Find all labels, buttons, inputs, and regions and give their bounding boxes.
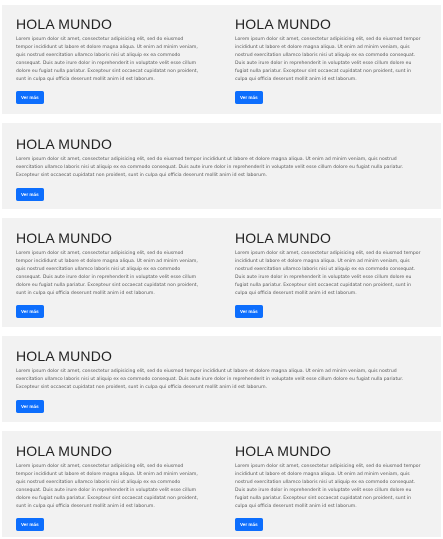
card-body: Lorem ipsum dolor sit amet, consectetur …: [16, 369, 404, 390]
card-title: HOLA MUNDO: [235, 16, 332, 32]
ver-mas-button[interactable]: Ver más: [235, 91, 263, 105]
content-section: HOLA MUNDO Lorem ipsum dolor sit amet, c…: [2, 431, 441, 537]
content-card: HOLA MUNDO Lorem ipsum dolor sit amet, c…: [16, 230, 200, 319]
card-title: HOLA MUNDO: [235, 230, 332, 246]
content-section: HOLA MUNDO Lorem ipsum dolor sit amet, c…: [2, 218, 441, 327]
content-card: HOLA MUNDO Lorem ipsum dolor sit amet, c…: [235, 16, 423, 105]
card-title: HOLA MUNDO: [16, 443, 113, 459]
card-body: Lorem ipsum dolor sit amet, consectetur …: [16, 37, 199, 82]
card-title: HOLA MUNDO: [16, 136, 113, 152]
ver-mas-button[interactable]: Ver más: [235, 305, 263, 319]
ver-mas-button[interactable]: Ver más: [16, 518, 44, 532]
card-title: HOLA MUNDO: [16, 230, 113, 246]
card-body: Lorem ipsum dolor sit amet, consectetur …: [235, 464, 421, 509]
content-section: HOLA MUNDO Lorem ipsum dolor sit amet, c…: [2, 336, 441, 422]
card-body: Lorem ipsum dolor sit amet, consectetur …: [16, 464, 199, 509]
ver-mas-button[interactable]: Ver más: [235, 518, 263, 532]
card-title: HOLA MUNDO: [235, 443, 332, 459]
ver-mas-button[interactable]: Ver más: [16, 91, 44, 105]
ver-mas-button[interactable]: Ver más: [16, 399, 44, 413]
ver-mas-button[interactable]: Ver más: [16, 305, 44, 319]
card-body: Lorem ipsum dolor sit amet, consectetur …: [16, 157, 404, 178]
ver-mas-button[interactable]: Ver más: [16, 187, 44, 201]
card-body: Lorem ipsum dolor sit amet, consectetur …: [235, 251, 421, 296]
content-card: HOLA MUNDO Lorem ipsum dolor sit amet, c…: [16, 136, 421, 201]
content-card: HOLA MUNDO Lorem ipsum dolor sit amet, c…: [235, 230, 423, 319]
content-card: HOLA MUNDO Lorem ipsum dolor sit amet, c…: [16, 443, 200, 532]
content-card: HOLA MUNDO Lorem ipsum dolor sit amet, c…: [235, 443, 423, 532]
card-title: HOLA MUNDO: [16, 348, 113, 364]
content-section: HOLA MUNDO Lorem ipsum dolor sit amet, c…: [2, 123, 441, 209]
content-card: HOLA MUNDO Lorem ipsum dolor sit amet, c…: [16, 348, 421, 413]
card-body: Lorem ipsum dolor sit amet, consectetur …: [235, 37, 421, 82]
card-body: Lorem ipsum dolor sit amet, consectetur …: [16, 251, 199, 296]
page: HOLA MUNDO Lorem ipsum dolor sit amet, c…: [0, 0, 443, 539]
card-title: HOLA MUNDO: [16, 16, 113, 32]
content-section: HOLA MUNDO Lorem ipsum dolor sit amet, c…: [2, 5, 441, 114]
content-card: HOLA MUNDO Lorem ipsum dolor sit amet, c…: [16, 16, 200, 105]
